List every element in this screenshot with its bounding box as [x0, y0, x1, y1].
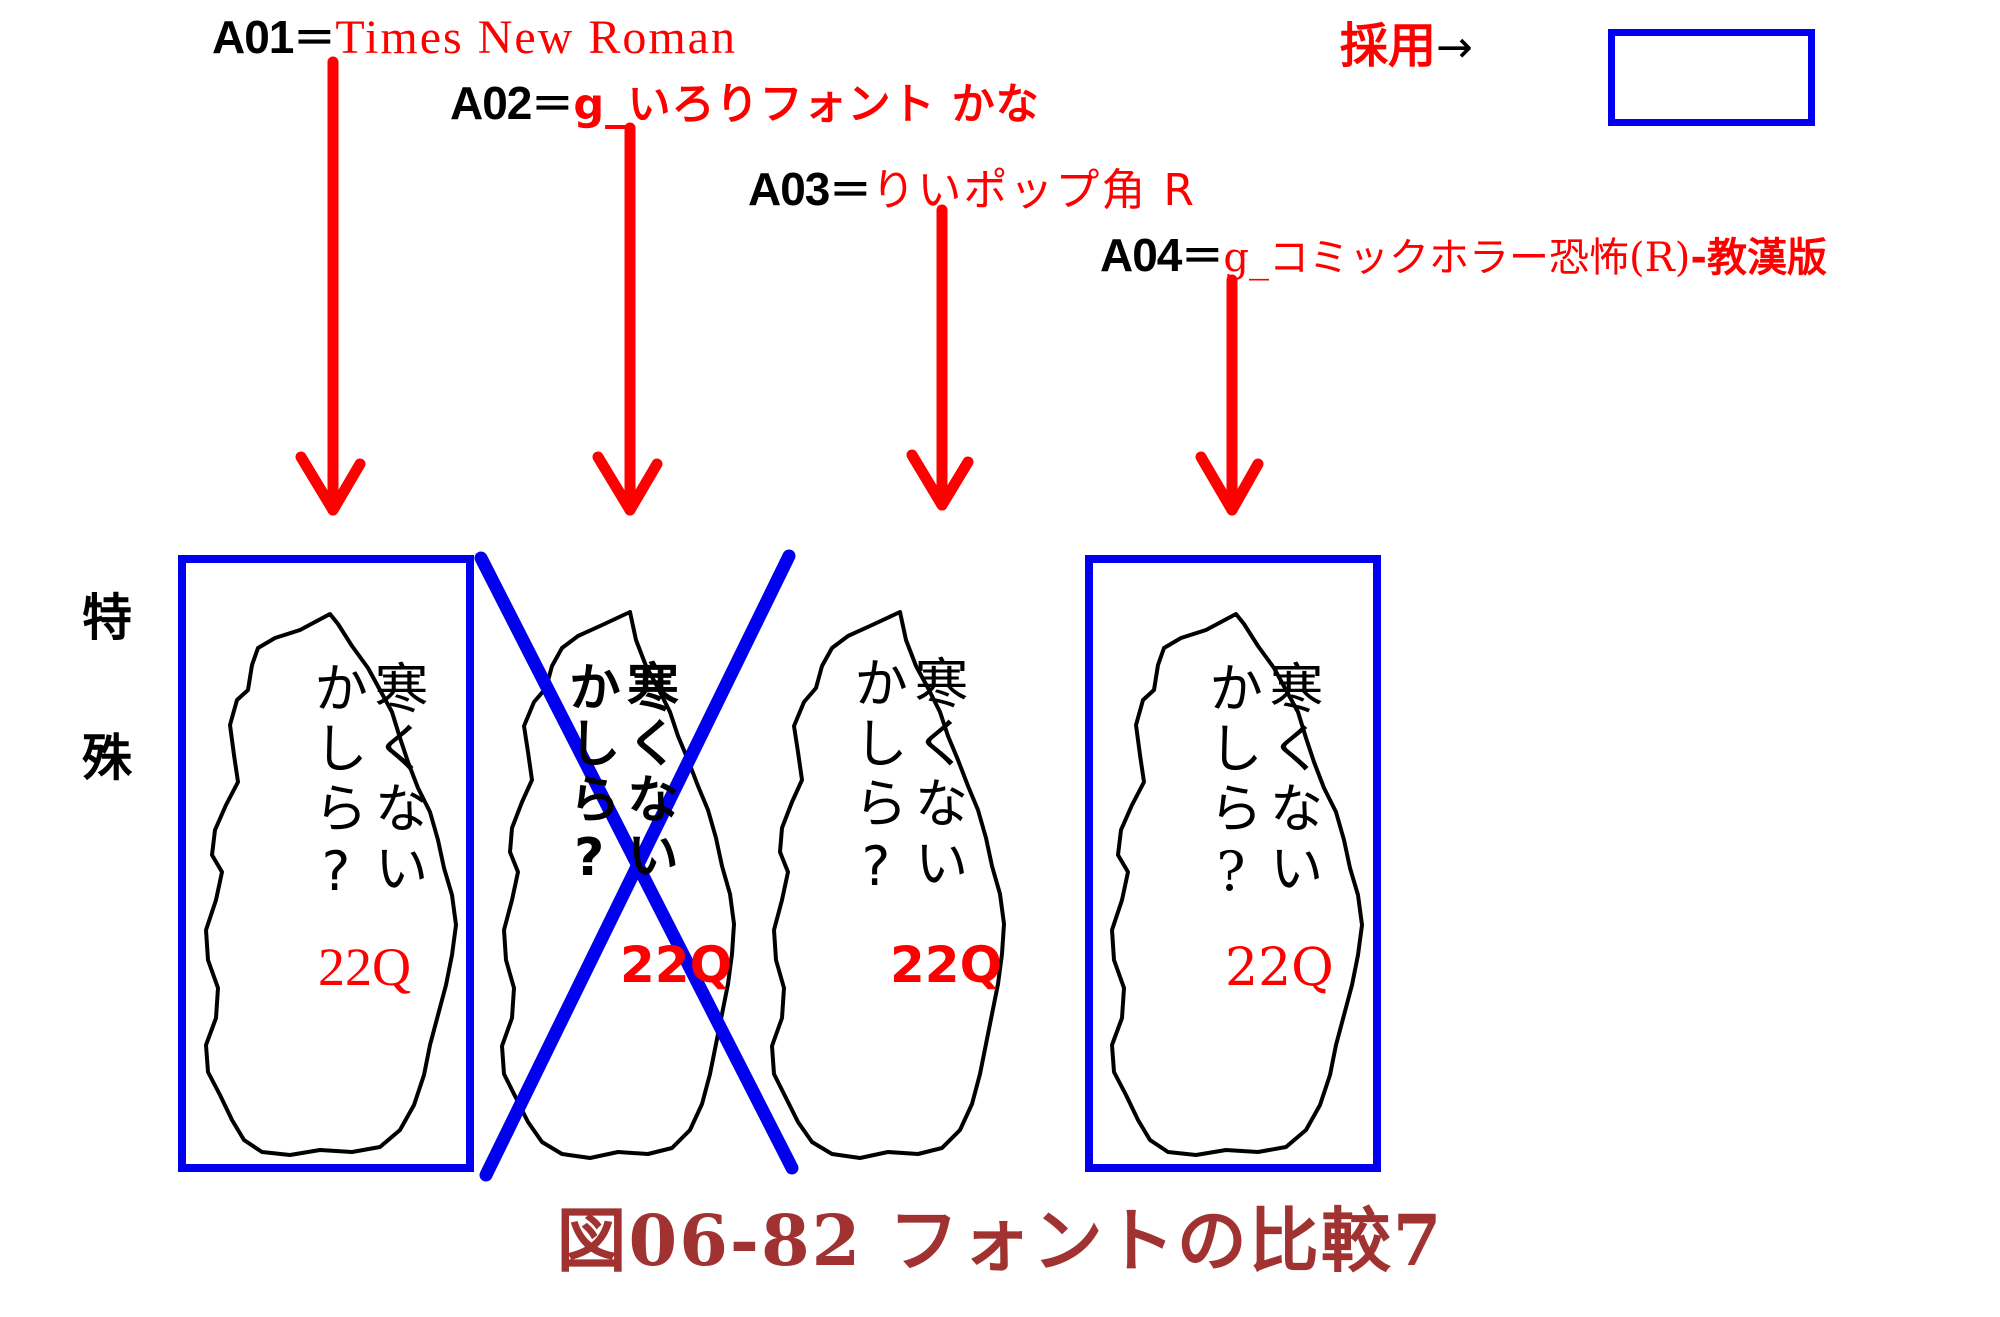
sample-text-line2-a03: かしら? [844, 655, 908, 904]
legend-separator-a02: ＝ [531, 81, 574, 128]
legend-item-a01: A01＝Times New Roman [212, 14, 737, 62]
sample-text-line1-a03: 寒くない [904, 655, 968, 895]
pointer-arrow-a03 [906, 204, 974, 511]
legend-code-a02: A02 [450, 77, 532, 129]
sample-text-line2-a02: かしら? [559, 660, 620, 892]
sample-text-a04: 寒くない かしら? [1199, 660, 1323, 909]
size-tag-a04: 22Q [1225, 938, 1334, 998]
sample-text-line2-a01: かしら? [304, 660, 368, 909]
sample-text-line1-a01: 寒くない [364, 660, 428, 900]
legend-item-a03: A03＝りいポップ角 R [748, 166, 1196, 213]
legend-fontname-a04: g_コミックホラー恐怖(R)-教漢版 [1223, 235, 1827, 281]
legend-fontname-a02: g_いろりフォント かな [573, 80, 1040, 130]
adopted-swatch-box [1608, 29, 1815, 126]
size-tag-a01: 22Q [318, 937, 411, 997]
legend-code-a01: A01 [212, 11, 294, 63]
sample-text-line2-a04: かしら? [1199, 660, 1263, 909]
legend-separator-a04: ＝ [1181, 233, 1224, 280]
adopted-label: 採用→ [1340, 22, 1473, 70]
pointer-arrow-a04 [1195, 274, 1264, 516]
legend-item-a04: A04＝g_コミックホラー恐怖(R)-教漢版 [1100, 232, 1827, 278]
size-tag-a02: 22Q [620, 936, 733, 994]
adopted-text: 採用 [1340, 18, 1437, 74]
axis-label-char-2: 殊 [82, 729, 132, 787]
sample-text-a01: 寒くない かしら? [304, 660, 428, 909]
figure-canvas: A01＝Times New Roman A02＝g_いろりフォント かな A03… [0, 0, 2000, 1317]
axis-label-char-1: 特 [82, 589, 132, 647]
figure-caption: 図06-82 フォントの比較7 [556, 1199, 1444, 1282]
legend-separator-a03: ＝ [829, 167, 872, 214]
legend-fontname-a04-suffix: -教漢版 [1690, 235, 1827, 281]
legend-item-a02: A02＝g_いろりフォント かな [450, 80, 1040, 127]
legend-fontname-a04-prefix: g_コミックホラー恐怖(R) [1223, 235, 1691, 281]
right-arrow-icon: → [1436, 22, 1473, 73]
sample-text-a03: 寒くない かしら? [844, 655, 968, 904]
legend-code-a03: A03 [748, 163, 830, 215]
legend-separator-a01: ＝ [293, 15, 336, 62]
pointer-arrow-a02 [592, 122, 663, 516]
legend-fontname-a03: りいポップ角 R [871, 165, 1196, 216]
sample-text-line1-a04: 寒くない [1259, 660, 1323, 900]
sample-text-a02: 寒くない かしら? [559, 660, 678, 892]
legend-code-a04: A04 [1100, 229, 1182, 281]
size-tag-a03: 22Q [890, 936, 1003, 994]
sample-text-line1-a02: 寒くない [617, 660, 678, 884]
legend-fontname-a01: Times New Roman [335, 11, 737, 64]
pointer-arrow-a01 [295, 56, 366, 516]
axis-label-special: 特 殊 [76, 548, 138, 828]
